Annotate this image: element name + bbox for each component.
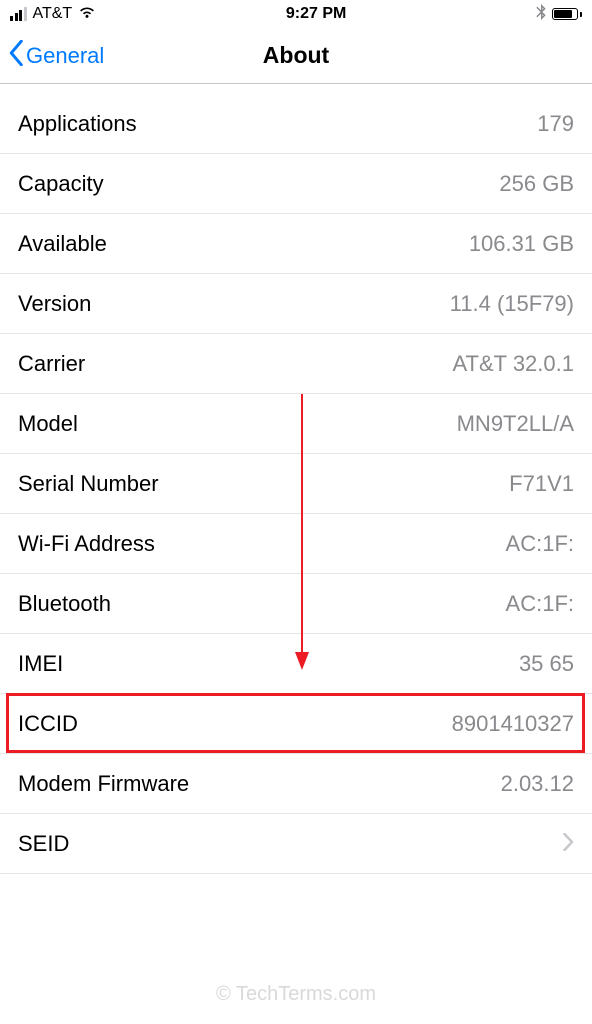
row-label: Version [18, 291, 91, 317]
row-model[interactable]: Model MN9T2LL/A [0, 394, 592, 454]
row-imei[interactable]: IMEI 35 65 [0, 634, 592, 694]
row-seid[interactable]: SEID [0, 814, 592, 874]
carrier-label: AT&T [33, 5, 73, 23]
status-left: AT&T [10, 5, 96, 24]
row-value: MN9T2LL/A [457, 411, 574, 437]
row-value: AC:1F: [506, 531, 574, 557]
row-value: 106.31 GB [469, 231, 574, 257]
row-value: AC:1F: [506, 591, 574, 617]
row-available[interactable]: Available 106.31 GB [0, 214, 592, 274]
row-label: Applications [18, 111, 137, 137]
row-value: 179 [537, 111, 574, 137]
row-label: Modem Firmware [18, 771, 189, 797]
chevron-right-icon [563, 831, 574, 857]
signal-icon [10, 7, 27, 21]
row-serial-number[interactable]: Serial Number F71V1 [0, 454, 592, 514]
row-bluetooth[interactable]: Bluetooth AC:1F: [0, 574, 592, 634]
row-label: IMEI [18, 651, 63, 677]
row-version[interactable]: Version 11.4 (15F79) [0, 274, 592, 334]
row-label: Model [18, 411, 78, 437]
row-modem-firmware[interactable]: Modem Firmware 2.03.12 [0, 754, 592, 814]
back-label: General [26, 43, 104, 69]
back-button[interactable]: General [8, 40, 104, 72]
row-applications[interactable]: Applications 179 [0, 94, 592, 154]
row-wifi-address[interactable]: Wi-Fi Address AC:1F: [0, 514, 592, 574]
row-label: Wi-Fi Address [18, 531, 155, 557]
row-label: Available [18, 231, 107, 257]
row-label: Bluetooth [18, 591, 111, 617]
about-list[interactable]: Applications 179 Capacity 256 GB Availab… [0, 94, 592, 874]
status-bar: AT&T 9:27 PM [0, 0, 592, 28]
row-capacity[interactable]: Capacity 256 GB [0, 154, 592, 214]
row-value: 35 65 [519, 651, 574, 677]
row-label: ICCID [18, 711, 78, 737]
row-carrier[interactable]: Carrier AT&T 32.0.1 [0, 334, 592, 394]
wifi-icon [78, 5, 96, 24]
row-value: 2.03.12 [501, 771, 574, 797]
row-label: Capacity [18, 171, 104, 197]
row-value: 256 GB [499, 171, 574, 197]
battery-icon [552, 8, 582, 20]
row-value: 11.4 (15F79) [450, 291, 574, 317]
bluetooth-icon [536, 4, 546, 25]
row-value: F71V1 [509, 471, 574, 497]
watermark: © TechTerms.com [0, 983, 592, 1006]
chevron-left-icon [8, 40, 24, 72]
row-label: Serial Number [18, 471, 159, 497]
row-value: 8901410327 [452, 711, 574, 737]
status-right [536, 4, 582, 25]
status-time: 9:27 PM [286, 5, 346, 23]
row-iccid[interactable]: ICCID 8901410327 [0, 694, 592, 754]
row-label: SEID [18, 831, 69, 857]
nav-bar: General About [0, 28, 592, 84]
row-value: AT&T 32.0.1 [453, 351, 574, 377]
row-label: Carrier [18, 351, 85, 377]
